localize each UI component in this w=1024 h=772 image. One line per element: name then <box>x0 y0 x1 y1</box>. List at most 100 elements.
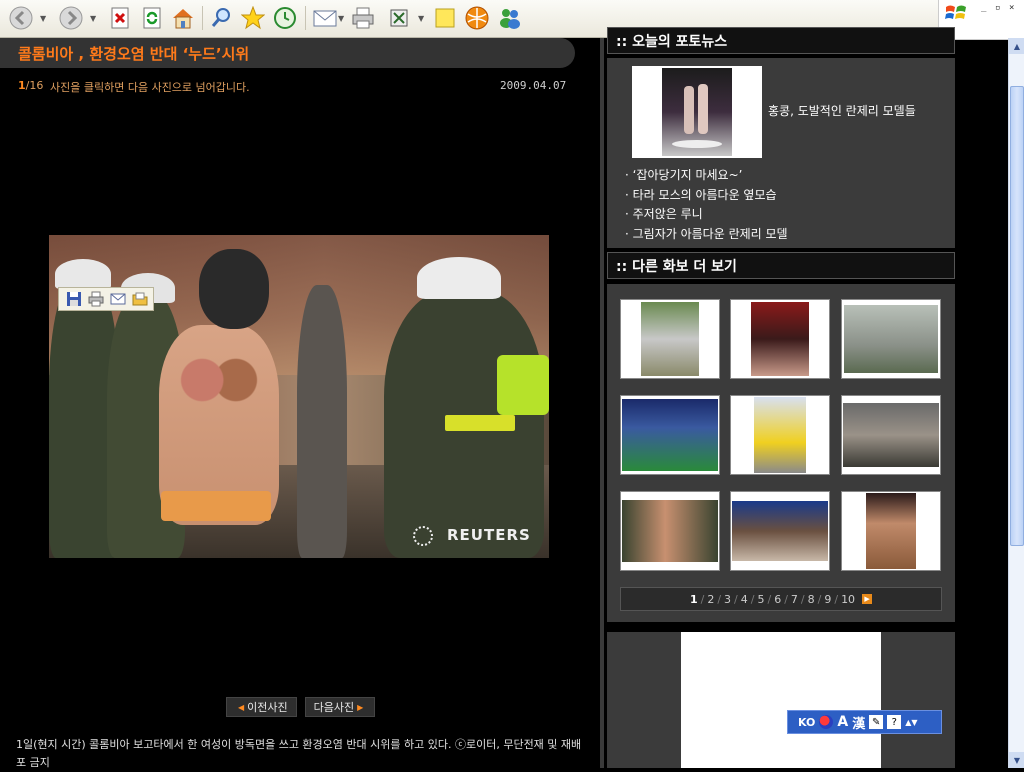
more-gallery-header: :: 다른 화보 더 보기 <box>607 252 955 279</box>
korean-flag-icon[interactable] <box>819 715 834 729</box>
gallery-thumbnail[interactable] <box>620 491 720 571</box>
gallery-thumbnail[interactable] <box>841 395 941 475</box>
photo-viewer: 콜롬비아 , 환경오염 반대 ‘누드’시위 1/16 사진을 클릭하면 다음 사… <box>0 38 600 769</box>
photo-figure <box>297 285 347 558</box>
chevron-left-icon: ◀ <box>238 702 245 712</box>
photo-gasmask <box>199 249 269 329</box>
gallery-thumbnail[interactable] <box>841 491 941 571</box>
today-photo-list: · ‘잡아당기지 마세요~’ · 타라 모스의 아름다운 옆모습 · 주저앉은 … <box>625 166 788 244</box>
print-image-icon[interactable] <box>87 290 105 308</box>
minimize-icon[interactable]: _ <box>981 3 986 13</box>
gallery-thumbnail[interactable] <box>730 395 830 475</box>
toolbar-separator <box>202 6 203 30</box>
page-link[interactable]: 4 <box>741 593 748 606</box>
photo-helmet <box>417 257 501 299</box>
mail-image-icon[interactable] <box>109 290 127 308</box>
photo-shorts <box>161 491 271 521</box>
gallery-thumbnail[interactable] <box>841 299 941 379</box>
ime-language[interactable]: KO <box>798 716 815 729</box>
gallery-pagination: 1/ 2/ 3/ 4/ 5/ 6/ 7/ 8/ 9/ 10 ▶ <box>620 587 942 611</box>
gallery-thumbnail[interactable] <box>730 299 830 379</box>
prev-photo-button[interactable]: ◀ 이전사진 <box>226 697 297 717</box>
stop-icon[interactable] <box>107 5 133 31</box>
help-icon[interactable]: ? <box>887 715 902 729</box>
windows-logo-icon <box>945 5 966 19</box>
photo-reflective-strip <box>445 415 515 431</box>
page-link[interactable]: 3 <box>724 593 731 606</box>
main-photo[interactable]: REUTERS <box>49 235 549 558</box>
photo-counter-total: /16 <box>25 79 44 92</box>
today-photo-header: :: 오늘의 포토뉴스 <box>607 27 955 54</box>
today-photo-box: 홍콩, 도발적인 란제리 모델들 · ‘잡아당기지 마세요~’ · 타라 모스의… <box>607 58 955 248</box>
gallery-thumbnail[interactable] <box>620 395 720 475</box>
right-sidebar: :: 오늘의 포토뉴스 홍콩, 도발적인 란제리 모델들 · ‘잡아당기지 마세… <box>607 27 955 768</box>
today-featured-title[interactable]: 홍콩, 도발적인 란제리 모델들 <box>768 102 916 119</box>
forward-dropdown-icon[interactable]: ▼ <box>90 14 96 23</box>
list-item[interactable]: · 주저앉은 루니 <box>625 205 788 225</box>
page-link[interactable]: 5 <box>757 593 764 606</box>
history-icon[interactable] <box>272 5 298 31</box>
ime-hanja[interactable]: 漢 <box>852 713 865 732</box>
list-item[interactable]: · ‘잡아당기지 마세요~’ <box>625 166 788 186</box>
photo-counter: 1/16 <box>18 79 43 92</box>
open-folder-icon[interactable] <box>131 290 149 308</box>
scroll-down-icon[interactable]: ▼ <box>1009 752 1024 768</box>
page-link[interactable]: 2 <box>707 593 714 606</box>
home-icon[interactable] <box>170 5 196 31</box>
refresh-icon[interactable] <box>139 5 165 31</box>
next-page-icon[interactable]: ▶ <box>862 594 873 604</box>
page-link-current[interactable]: 1 <box>690 593 698 606</box>
mail-dropdown-icon[interactable]: ▼ <box>338 14 344 23</box>
save-image-icon[interactable] <box>65 290 83 308</box>
ime-pad-icon[interactable]: ✎ <box>869 715 884 729</box>
page-link[interactable]: 8 <box>808 593 815 606</box>
favorites-icon[interactable] <box>240 5 266 31</box>
photo-counter-current: 1 <box>18 79 26 92</box>
back-icon[interactable] <box>8 5 34 31</box>
page-link[interactable]: 7 <box>791 593 798 606</box>
reuters-logo-icon <box>413 526 433 546</box>
article-date: 2009.04.07 <box>500 79 567 92</box>
edit-icon[interactable] <box>386 5 412 31</box>
gallery-thumbnail[interactable] <box>730 491 830 571</box>
forward-icon[interactable] <box>58 5 84 31</box>
messenger-icon[interactable] <box>497 5 523 31</box>
back-dropdown-icon[interactable]: ▼ <box>40 14 46 23</box>
ad-banner[interactable] <box>681 632 881 768</box>
print-icon[interactable] <box>350 5 376 31</box>
photo-bodypaint <box>177 345 261 415</box>
list-item[interactable]: · 타라 모스의 아름다운 옆모습 <box>625 186 788 206</box>
edit-dropdown-icon[interactable]: ▼ <box>418 14 424 23</box>
research-icon[interactable] <box>464 5 490 31</box>
vertical-scrollbar[interactable]: ▲ ▼ <box>1008 38 1024 768</box>
photo-vest <box>497 355 549 415</box>
photo-caption: 1일(현지 시간) 콜롬비아 보고타에서 한 여성이 방독면을 쓰고 환경오염 … <box>16 738 582 769</box>
close-icon[interactable]: × <box>1009 3 1014 13</box>
page-link[interactable]: 6 <box>774 593 781 606</box>
search-icon[interactable] <box>208 5 234 31</box>
prev-photo-label: 이전사진 <box>247 701 288 714</box>
ad-panel <box>607 632 955 768</box>
photo-helmet <box>55 259 111 289</box>
page-link[interactable]: 10 <box>841 593 855 606</box>
ime-mode[interactable]: A <box>837 714 848 730</box>
list-item[interactable]: · 그림자가 아름다운 란제리 모델 <box>625 225 788 245</box>
click-hint: 사진을 클릭하면 다음 사진으로 넘어갑니다. <box>50 81 250 94</box>
scroll-up-icon[interactable]: ▲ <box>1009 38 1024 54</box>
next-photo-button[interactable]: 다음사진 ▶ <box>304 697 376 717</box>
photo-watermark: REUTERS <box>447 526 531 544</box>
today-featured-thumbnail[interactable] <box>632 66 762 158</box>
toolbar-separator <box>305 6 306 30</box>
notes-icon[interactable] <box>432 5 458 31</box>
gallery-thumbnail[interactable] <box>620 299 720 379</box>
ime-options-icon[interactable]: ▲▼ <box>905 718 917 727</box>
image-toolbar <box>58 287 154 311</box>
mail-icon[interactable] <box>312 5 338 31</box>
scrollbar-thumb[interactable] <box>1010 86 1024 546</box>
next-photo-label: 다음사진 <box>313 701 355 714</box>
photo-navigation: ◀ 이전사진 다음사진 ▶ <box>226 697 376 717</box>
page-link[interactable]: 9 <box>824 593 831 606</box>
restore-icon[interactable]: ▫ <box>995 3 1000 13</box>
column-divider <box>600 38 604 768</box>
article-title: 콜롬비아 , 환경오염 반대 ‘누드’시위 <box>18 45 250 63</box>
